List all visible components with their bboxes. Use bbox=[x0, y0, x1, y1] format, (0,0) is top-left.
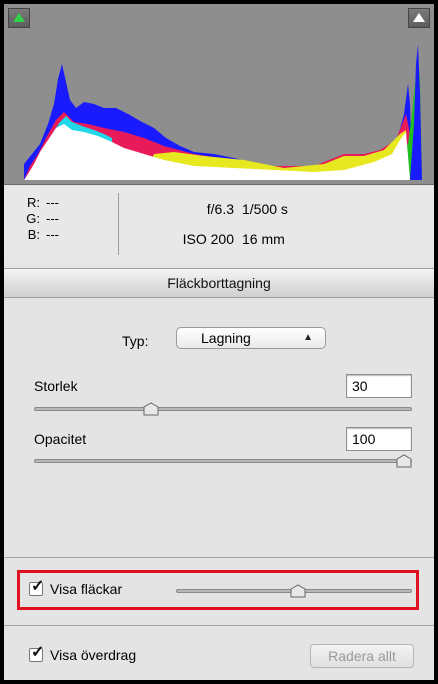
section-title: Fläckborttagning bbox=[4, 268, 434, 298]
readout-area: R: --- G: --- B: --- f/6.3 1/500 s ISO 200 16… bbox=[4, 185, 434, 263]
rgb-readout: R: --- G: --- B: --- bbox=[20, 195, 59, 243]
b-value: --- bbox=[46, 227, 59, 242]
spot-removal-panel: R: --- G: --- B: --- f/6.3 1/500 s ISO 200 16… bbox=[4, 4, 434, 680]
triangle-up-icon bbox=[413, 13, 425, 22]
visa-flackar-checkbox[interactable]: ✓ bbox=[29, 578, 44, 596]
type-select[interactable]: Lagning ▲ bbox=[176, 327, 326, 349]
iso: ISO 200 bbox=[182, 231, 234, 247]
clear-all-button[interactable]: Radera allt bbox=[310, 644, 414, 668]
opacity-label: Opacitet bbox=[34, 431, 87, 447]
type-select-value: Lagning bbox=[201, 330, 251, 346]
triangle-up-icon bbox=[13, 13, 25, 22]
opacity-slider-track[interactable] bbox=[34, 459, 412, 463]
opacity-field[interactable]: 100 bbox=[346, 427, 412, 451]
g-value: --- bbox=[46, 211, 59, 226]
shutter-speed: 1/500 s bbox=[242, 201, 288, 217]
focal-length: 16 mm bbox=[242, 231, 285, 247]
exif-row-2: ISO 200 16 mm bbox=[154, 231, 285, 247]
type-label: Typ: bbox=[122, 333, 149, 349]
exif-row-1: f/6.3 1/500 s bbox=[154, 201, 288, 217]
b-label: B: bbox=[27, 227, 40, 242]
size-label: Storlek bbox=[34, 378, 78, 394]
r-label: R: bbox=[27, 195, 40, 210]
visa-flackar-slider-thumb[interactable] bbox=[290, 584, 306, 598]
g-label: G: bbox=[26, 211, 40, 226]
divider bbox=[4, 557, 434, 558]
size-slider-thumb[interactable] bbox=[143, 402, 159, 416]
visa-flackar-label: Visa fläckar bbox=[50, 581, 123, 597]
checkmark-icon: ✓ bbox=[31, 578, 45, 595]
histogram-graph bbox=[24, 44, 422, 180]
up-down-arrows-icon: ▲ bbox=[303, 332, 313, 343]
r-value: --- bbox=[46, 195, 59, 210]
divider bbox=[4, 625, 434, 626]
shadow-clipping-button[interactable] bbox=[8, 8, 30, 28]
opacity-slider-thumb[interactable] bbox=[396, 454, 412, 468]
readout-divider bbox=[118, 193, 119, 255]
visa-overdrag-checkbox[interactable]: ✓ bbox=[29, 644, 44, 662]
highlight-clipping-button[interactable] bbox=[408, 8, 430, 28]
checkmark-icon: ✓ bbox=[31, 644, 45, 661]
aperture: f/6.3 bbox=[206, 201, 234, 217]
size-field[interactable]: 30 bbox=[346, 374, 412, 398]
size-slider-track[interactable] bbox=[34, 407, 412, 411]
visa-overdrag-label: Visa överdrag bbox=[50, 647, 137, 663]
histogram bbox=[4, 4, 434, 185]
